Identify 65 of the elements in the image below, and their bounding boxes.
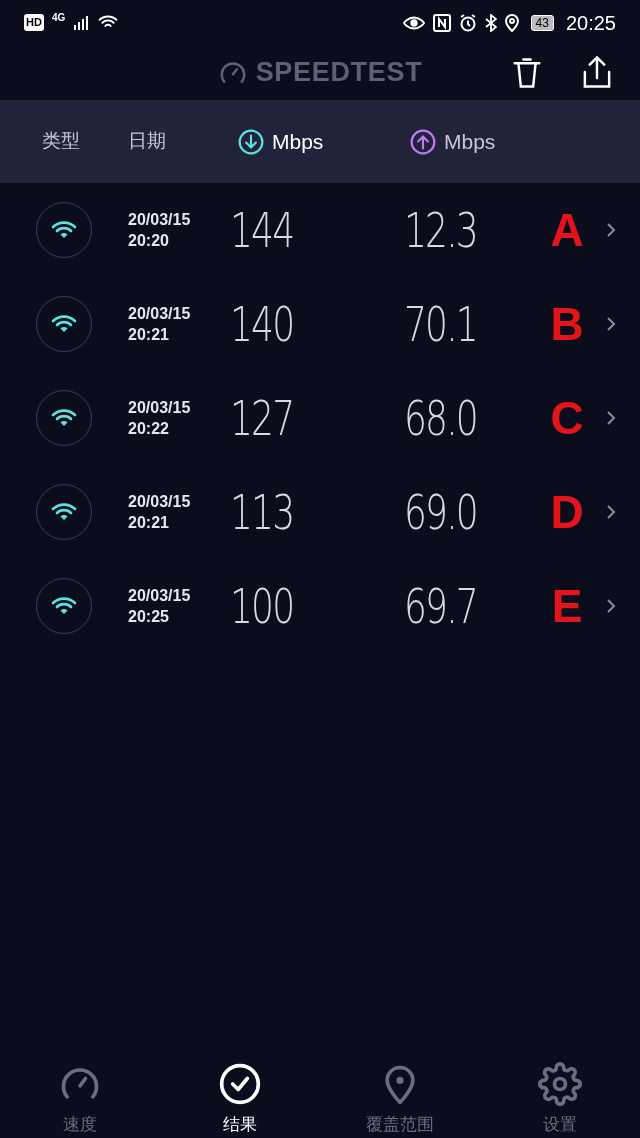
column-header[interactable]: Mbps — [272, 125, 324, 158]
upload-speed: 69.0 — [404, 483, 478, 542]
settings-icon — [538, 1062, 582, 1106]
result-date: 20/03/15 — [128, 210, 192, 230]
annotation-letter: E — [550, 578, 584, 634]
result-row[interactable]: 20/03/15 20:25 100 69.7 E — [0, 559, 640, 653]
app-title: SPEEDTEST — [255, 56, 423, 90]
download-speed: 100 — [230, 577, 295, 636]
result-time: 20:21 — [128, 513, 170, 533]
upload-speed: 12.3 — [404, 201, 478, 260]
location-icon — [504, 13, 519, 32]
chevron-right-icon — [606, 316, 616, 332]
column-header[interactable]: Mbps — [444, 125, 496, 158]
result-time: 20:25 — [128, 607, 170, 627]
annotation-letter: B — [549, 296, 585, 352]
upload-speed: 69.7 — [404, 577, 478, 636]
result-row[interactable]: 20/03/15 20:20 144 12.3 A — [0, 183, 640, 277]
download-speed: 127 — [230, 389, 295, 448]
annotation-letter: A — [549, 202, 585, 258]
nav-tab[interactable]: 速度 — [0, 1062, 160, 1138]
status-time: 20:25 — [565, 10, 616, 36]
annotation-letter: D — [549, 484, 585, 540]
nfc-icon — [432, 13, 451, 32]
result-time: 20:21 — [128, 325, 170, 345]
result-date: 20/03/15 — [128, 398, 192, 418]
battery-indicator: 43 — [530, 14, 554, 31]
signal-icon — [73, 14, 90, 31]
nav-tab[interactable]: 覆盖范围 — [320, 1062, 480, 1138]
nav-tab[interactable]: 设置 — [480, 1062, 640, 1138]
share-button[interactable] — [582, 55, 612, 89]
download-speed: 140 — [230, 295, 295, 354]
wifi-icon — [51, 596, 77, 616]
chevron-right-icon — [606, 504, 616, 520]
alarm-icon — [458, 13, 477, 32]
chevron-right-icon — [606, 598, 616, 614]
result-row[interactable]: 20/03/15 20:22 127 68.0 C — [0, 371, 640, 465]
network-label: 4G — [51, 11, 66, 25]
eye-icon — [402, 14, 425, 31]
upload-speed: 68.0 — [404, 389, 478, 448]
column-header[interactable]: 类型 — [42, 130, 80, 152]
result-date: 20/03/15 — [128, 586, 192, 606]
wifi-icon — [51, 314, 77, 334]
trash-icon — [512, 57, 542, 89]
upload-speed: 70.1 — [404, 295, 478, 354]
result-time: 20:20 — [128, 231, 170, 251]
chevron-right-icon — [606, 410, 616, 426]
share-icon — [582, 55, 612, 89]
delete-button[interactable] — [512, 57, 542, 89]
download-speed: 113 — [230, 483, 295, 542]
check-circle-icon — [218, 1062, 262, 1106]
annotation-letter: C — [549, 390, 585, 446]
bluetooth-icon — [484, 13, 497, 32]
wifi-icon — [51, 408, 77, 428]
wifi-icon — [51, 220, 77, 240]
column-header[interactable]: 日期 — [128, 130, 166, 152]
result-date: 20/03/15 — [128, 304, 192, 324]
wifi-icon — [51, 502, 77, 522]
result-time: 20:22 — [128, 419, 170, 439]
hd-badge: HD — [24, 14, 44, 31]
chevron-right-icon — [606, 222, 616, 238]
result-date: 20/03/15 — [128, 492, 192, 512]
nav-tab[interactable]: 结果 — [160, 1062, 320, 1138]
result-row[interactable]: 20/03/15 20:21 113 69.0 D — [0, 465, 640, 559]
download-speed: 144 — [230, 201, 295, 260]
result-row[interactable]: 20/03/15 20:21 140 70.1 B — [0, 277, 640, 371]
